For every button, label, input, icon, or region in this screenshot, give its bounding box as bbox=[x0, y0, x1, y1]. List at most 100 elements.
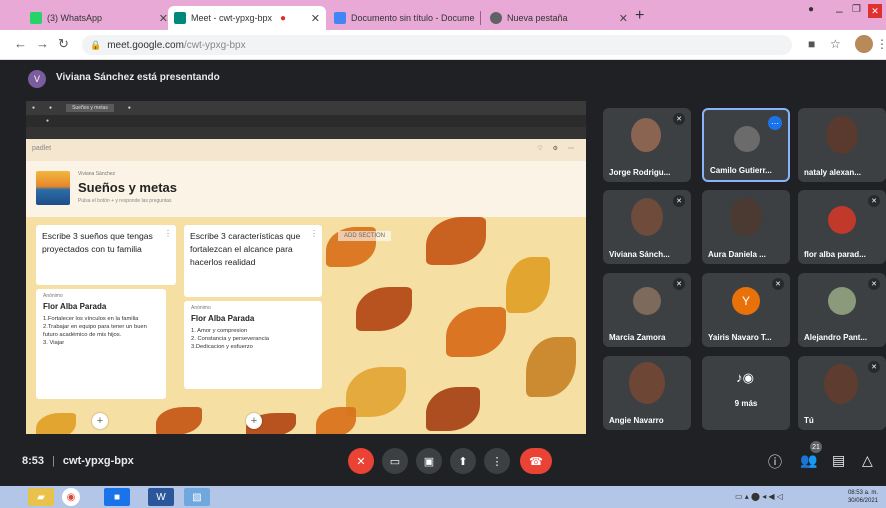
captions-button[interactable]: ▣ bbox=[416, 448, 442, 474]
profile-dot-icon[interactable]: ● bbox=[808, 4, 814, 15]
tab-whatsapp[interactable]: (3) WhatsApp ✕ bbox=[24, 6, 174, 30]
participant-tile[interactable]: ✕ Marcia Zamora bbox=[603, 273, 691, 347]
meet-app-icon[interactable]: ■ bbox=[104, 488, 130, 506]
docs-icon bbox=[334, 12, 346, 24]
reload-button[interactable]: ↻ bbox=[58, 36, 69, 52]
participant-video bbox=[734, 126, 760, 152]
participant-tile[interactable]: nataly alexan... bbox=[798, 108, 886, 182]
activities-icon[interactable]: △ bbox=[862, 452, 873, 469]
add-post-button[interactable]: + bbox=[246, 413, 262, 429]
participant-name: Alejandro Pant... bbox=[804, 333, 868, 342]
back-button[interactable]: ← bbox=[14, 36, 27, 51]
shared-tab: ● bbox=[49, 105, 53, 111]
tab-new-tab[interactable]: Nueva pestaña ✕ bbox=[484, 6, 634, 30]
word-icon[interactable]: W bbox=[148, 488, 174, 506]
participant-tile[interactable]: Y ✕ Yairis Navaro T... bbox=[702, 273, 790, 347]
participant-name: Viviana Sánch... bbox=[609, 250, 670, 259]
minimize-button[interactable]: – bbox=[836, 4, 843, 18]
tab-document[interactable]: Documento sin título - Docume ✕ bbox=[328, 6, 478, 30]
participant-tile[interactable]: ✕ flor alba parad... bbox=[798, 190, 886, 264]
present-button[interactable]: ⬆ bbox=[450, 448, 476, 474]
add-section-button[interactable]: ADD SECTION bbox=[338, 231, 392, 241]
close-icon[interactable]: ✕ bbox=[475, 12, 478, 25]
system-clock[interactable]: 08:53 a. m. 30/06/2021 bbox=[848, 489, 878, 505]
add-post-button[interactable]: + bbox=[92, 413, 108, 429]
post-card[interactable]: Anónimo Flor Alba Parada 1.Fortalecer lo… bbox=[36, 289, 166, 399]
captions-icon: ▣ bbox=[423, 455, 435, 468]
post-body: 1. Amor y compresion 2. Constancia y per… bbox=[191, 327, 315, 351]
close-icon[interactable]: ✕ bbox=[153, 12, 168, 25]
participant-tile[interactable]: ⋯ Camilo Gutierr... bbox=[702, 108, 790, 182]
file-explorer-icon[interactable]: ▰ bbox=[28, 488, 54, 506]
close-icon[interactable]: ✕ bbox=[305, 12, 320, 25]
star-icon[interactable]: ☆ bbox=[830, 37, 841, 51]
forward-button[interactable]: → bbox=[36, 36, 49, 51]
padlet-info: Viviana Sánchez Sueños y metas Pulsa el … bbox=[26, 161, 586, 217]
participant-avatar bbox=[828, 287, 856, 315]
shared-bookmarks-bar bbox=[26, 127, 586, 139]
participant-tile[interactable]: ✕ Jorge Rodrigu... bbox=[603, 108, 691, 182]
mic-off-icon: ✕ bbox=[356, 455, 366, 468]
leaf-decoration bbox=[526, 337, 576, 397]
participant-tile[interactable]: ✕ Viviana Sánch... bbox=[603, 190, 691, 264]
participant-video bbox=[631, 118, 661, 152]
url-host: meet.google.com bbox=[107, 39, 184, 51]
browser-tab-strip: (3) WhatsApp ✕ Meet - cwt-ypxg-bpx ● ✕ D… bbox=[0, 0, 886, 30]
participant-tile[interactable]: Angie Navarro bbox=[603, 356, 691, 430]
column-heading-2[interactable]: Escribe 3 características que fortalezca… bbox=[184, 225, 322, 297]
shared-tab: ● bbox=[32, 105, 36, 111]
meeting-info: 8:53 | cwt-ypxg-bpx bbox=[22, 455, 134, 467]
app-icon[interactable]: ▧ bbox=[184, 488, 210, 506]
more-vert-icon[interactable]: ⋮ bbox=[164, 227, 172, 240]
post-card[interactable]: Anónimo Flor Alba Parada 1. Amor y compr… bbox=[184, 301, 322, 389]
presenter-text: Viviana Sánchez está presentando bbox=[56, 72, 220, 83]
mic-off-icon: ✕ bbox=[673, 195, 685, 207]
more-options-button[interactable]: ⋮ bbox=[484, 448, 510, 474]
people-icon[interactable]: 👥 bbox=[800, 452, 817, 469]
divider: | bbox=[52, 455, 55, 467]
camera-icon[interactable]: ■ bbox=[808, 37, 815, 51]
close-window-button[interactable]: ✕ bbox=[868, 4, 882, 18]
end-call-icon: ☎ bbox=[529, 455, 543, 468]
close-icon[interactable]: ✕ bbox=[613, 12, 628, 25]
url-path: /cwt-ypxg-bpx bbox=[183, 39, 246, 51]
mic-off-icon: ✕ bbox=[673, 278, 685, 290]
tab-title: Meet - cwt-ypxg-bpx bbox=[191, 13, 273, 23]
menu-icon[interactable]: ⋮ bbox=[876, 37, 886, 51]
url-input[interactable]: 🔒 meet.google.com/cwt-ypxg-bpx bbox=[82, 35, 792, 55]
participant-video bbox=[826, 116, 858, 154]
settings-icon: ⚙ bbox=[552, 146, 558, 152]
self-view-tile[interactable]: ✕ Tú bbox=[798, 356, 886, 430]
page-subtitle: Pulsa el botón + y responde las pregunta… bbox=[78, 198, 172, 204]
system-tray[interactable]: ▭ ▴ ⬤ ◂ ◀ ◁ bbox=[735, 492, 783, 501]
end-call-button[interactable]: ☎ bbox=[520, 448, 552, 474]
post-author: Anónimo bbox=[43, 293, 63, 299]
leaf-decoration bbox=[356, 287, 412, 331]
column-heading-text: Escribe 3 características que fortalezca… bbox=[190, 231, 301, 267]
shared-tab-active: Sueños y metas bbox=[66, 104, 114, 112]
participant-name: Tú bbox=[804, 416, 814, 425]
microphone-toggle-button[interactable]: ✕ bbox=[348, 448, 374, 474]
post-body: 1.Fortalecer los vínculos en la familia … bbox=[43, 315, 159, 347]
column-heading-1[interactable]: Escribe 3 sueños que tengas proyectados … bbox=[36, 225, 176, 285]
chat-icon[interactable]: ▤ bbox=[832, 452, 845, 469]
avatar[interactable] bbox=[855, 35, 873, 53]
participant-name: flor alba parad... bbox=[804, 250, 866, 259]
info-icon[interactable]: ⓘ bbox=[768, 452, 782, 472]
more-vert-icon[interactable]: ⋮ bbox=[310, 227, 318, 240]
chrome-icon[interactable]: ◉ bbox=[62, 488, 80, 506]
post-line: 2.Trabajar en equipo para tener un buen … bbox=[43, 324, 147, 338]
post-line: 1.Fortalecer los vínculos en la familia bbox=[43, 316, 139, 322]
new-tab-button[interactable]: + bbox=[635, 7, 644, 25]
participant-tile[interactable]: ✕ Alejandro Pant... bbox=[798, 273, 886, 347]
camera-toggle-button[interactable]: ▭ bbox=[382, 448, 408, 474]
maximize-button[interactable]: ❐ bbox=[852, 4, 861, 15]
shared-tab: ● bbox=[127, 105, 131, 111]
more-participants-tile[interactable]: ♪◉ 9 más bbox=[702, 356, 790, 430]
mic-off-icon: ✕ bbox=[772, 278, 784, 290]
more-options-icon[interactable]: ⋯ bbox=[768, 116, 782, 130]
tab-meet[interactable]: Meet - cwt-ypxg-bpx ● ✕ bbox=[168, 6, 326, 30]
participant-avatar bbox=[828, 206, 856, 234]
participant-tile[interactable]: Aura Daniela ... bbox=[702, 190, 790, 264]
presenting-banner: V Viviana Sánchez está presentando bbox=[0, 61, 886, 97]
